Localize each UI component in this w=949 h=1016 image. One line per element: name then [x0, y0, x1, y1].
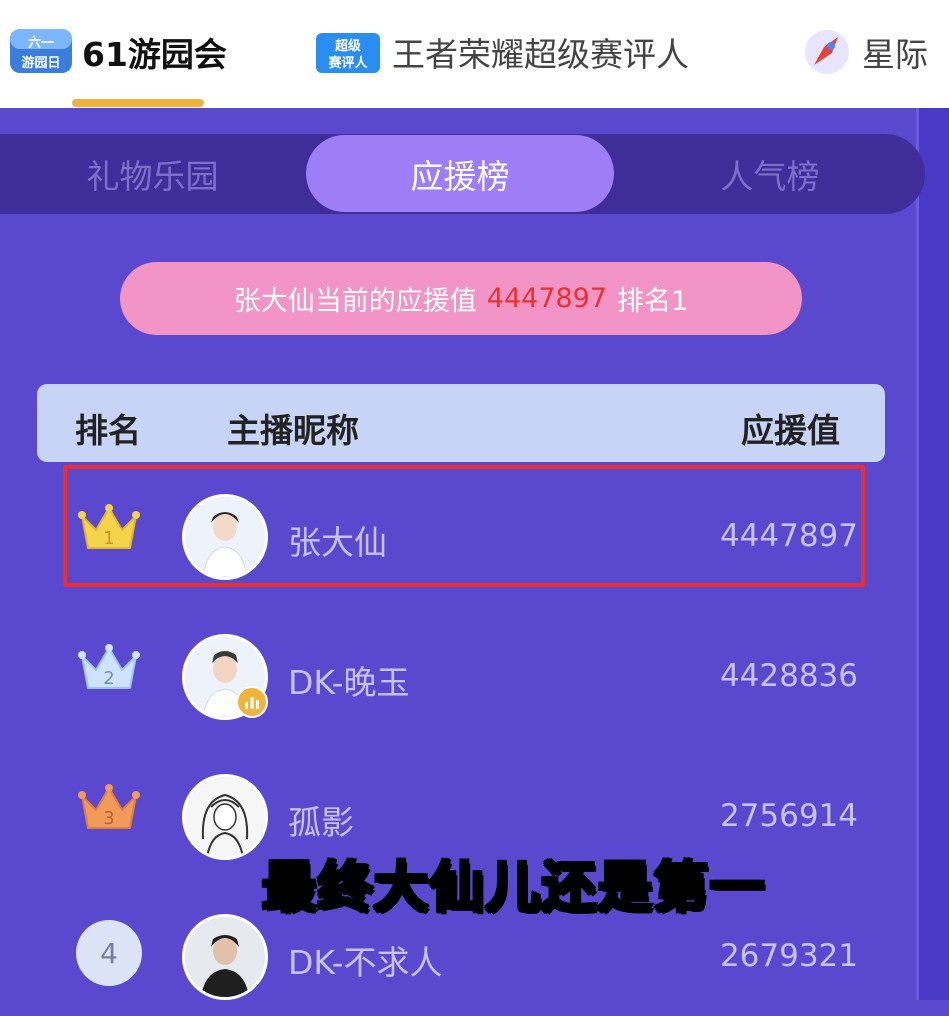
svg-text:六一: 六一 — [28, 35, 54, 51]
active-tab-indicator — [72, 99, 204, 107]
right-panel-edge — [919, 108, 949, 1000]
support-value: 2679321 — [719, 938, 858, 974]
rank-number: 4 — [76, 920, 142, 986]
avatar[interactable] — [182, 914, 268, 1000]
segment-support-board[interactable]: 应援榜 — [306, 135, 614, 212]
rocket-logo-icon — [800, 25, 854, 79]
silver-crown-icon: 2 — [74, 634, 144, 704]
highlight-annotation-box — [63, 465, 865, 587]
support-value: 2756914 — [719, 798, 858, 834]
top-tab-interstellar[interactable]: 星际 — [800, 22, 928, 82]
rank-number: 2 — [103, 668, 114, 689]
top-tab-label: 61游园会 — [82, 35, 227, 74]
segment-label: 人气榜 — [720, 157, 820, 196]
header-rank: 排名 — [75, 411, 141, 450]
bronze-crown-icon: 3 — [74, 774, 144, 844]
svg-text:超级: 超级 — [335, 38, 362, 54]
top-tab-label: 星际 — [862, 35, 928, 74]
top-tab-61-fair[interactable]: 六一 游园日 61游园会 — [8, 22, 227, 82]
segment-popularity-board[interactable]: 人气榜 — [615, 134, 925, 214]
streamer-name: DK-不求人 — [288, 943, 443, 982]
streamer-name: 孤影 — [288, 803, 354, 842]
top-tab-bar: 六一 游园日 61游园会 超级 赛评人 王者荣耀超级赛评人 星际 — [0, 0, 949, 108]
segment-label: 应援榜 — [410, 156, 510, 196]
rank-circle-icon: 4 — [74, 918, 144, 988]
header-support: 应援值 — [741, 411, 840, 450]
fair-logo-icon: 六一 游园日 — [8, 25, 74, 79]
svg-text:赛评人: 赛评人 — [327, 55, 368, 71]
leaderboard-segment-control: 礼物乐园 应援榜 人气榜 — [0, 134, 925, 214]
leaderboard-header: 排名 主播昵称 应援值 — [37, 384, 885, 462]
video-caption: 最终大仙儿还是第一 — [261, 855, 766, 921]
current-support-banner: 张大仙当前的应援值 4447897 排名1 — [120, 262, 802, 335]
commentator-logo-icon: 超级 赛评人 — [312, 25, 384, 79]
banner-prefix: 张大仙当前的应援值 — [233, 286, 477, 317]
banner-rank: 排名1 — [617, 286, 689, 317]
avatar[interactable] — [182, 774, 268, 860]
streamer-name: DK-晚玉 — [288, 663, 410, 702]
top-tab-label: 王者荣耀超级赛评人 — [392, 35, 689, 74]
banner-support-value: 4447897 — [486, 283, 608, 314]
segment-label: 礼物乐园 — [86, 157, 219, 196]
live-stats-icon — [236, 686, 268, 718]
svg-text:游园日: 游园日 — [21, 55, 60, 71]
leaderboard-row[interactable]: 2 DK-晚玉 4428836 — [60, 616, 870, 736]
rank-number: 3 — [103, 808, 114, 829]
segment-gift-park[interactable]: 礼物乐园 — [0, 134, 305, 214]
support-value: 4428836 — [719, 658, 858, 694]
header-nickname: 主播昵称 — [227, 411, 359, 450]
top-tab-commentator[interactable]: 超级 赛评人 王者荣耀超级赛评人 — [312, 22, 689, 82]
